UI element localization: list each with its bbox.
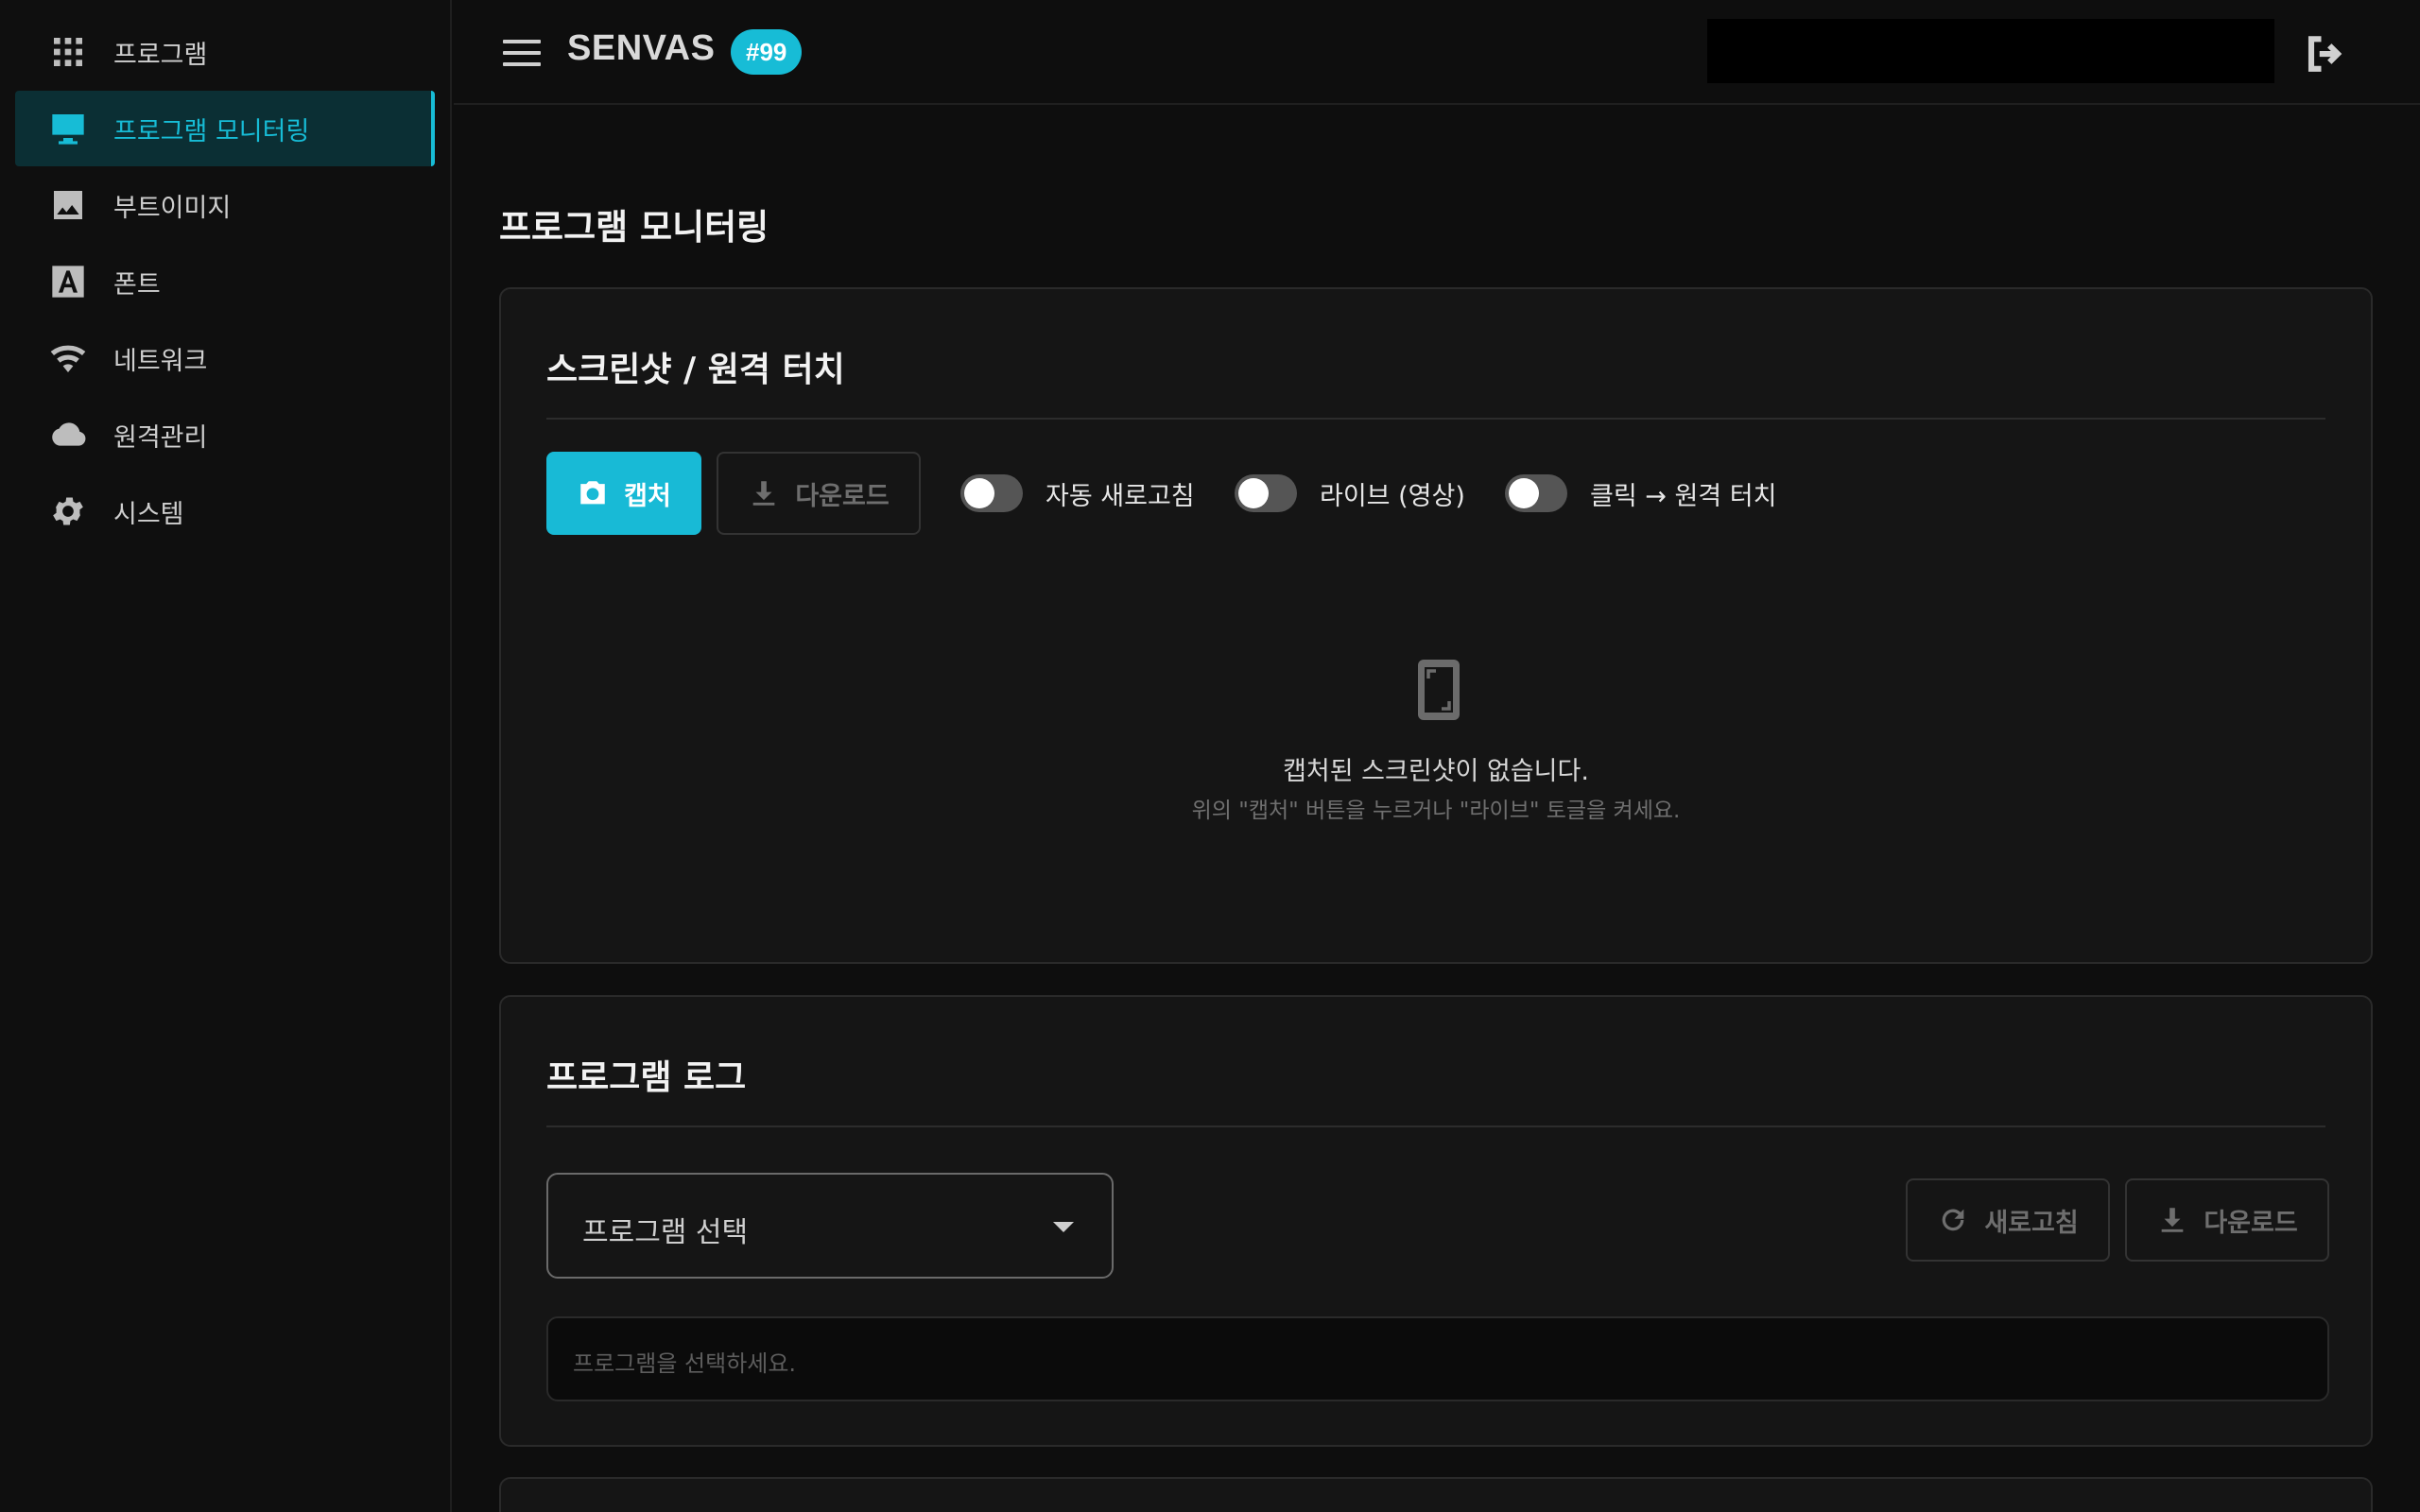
apps-grid-icon bbox=[47, 31, 89, 73]
redacted-box bbox=[1707, 19, 2274, 83]
sidebar-item-system[interactable]: 시스템 bbox=[15, 473, 435, 549]
click-remote-touch-toggle[interactable]: 클릭 → 원격 터치 bbox=[1505, 471, 1776, 516]
download-icon bbox=[752, 481, 775, 506]
screenshot-card-title: 스크린샷 / 원격 터치 bbox=[546, 351, 845, 389]
device-badge: #99 bbox=[731, 29, 803, 75]
cloud-icon bbox=[47, 414, 89, 455]
sidebar-item-network[interactable]: 네트워크 bbox=[15, 320, 435, 396]
empty-state-text: 캡처된 스크린샷이 없습니다. bbox=[1283, 757, 1589, 786]
toggle-switch[interactable] bbox=[960, 474, 1023, 512]
toggle-switch[interactable] bbox=[1505, 474, 1567, 512]
sidebar-item-label: 부트이미지 bbox=[113, 193, 232, 223]
program-select[interactable]: 프로그램 선택 bbox=[546, 1173, 1114, 1279]
sidebar-item-font[interactable]: 폰트 bbox=[15, 244, 435, 319]
empty-state-hint: 위의 "캡처" 버튼을 누르거나 "라이브" 토글을 켜세요. bbox=[1191, 799, 1681, 823]
divider bbox=[546, 418, 2325, 420]
screenshot-card: 스크린샷 / 원격 터치 캡처 다운로드 자동 새로고침 라이브 (영상) 클릭… bbox=[499, 287, 2373, 964]
log-download-button[interactable]: 다운로드 bbox=[2125, 1178, 2329, 1262]
brand-name: SENVAS bbox=[567, 28, 716, 68]
image-icon bbox=[47, 184, 89, 226]
program-select-label: 프로그램 선택 bbox=[582, 1216, 749, 1249]
menu-icon[interactable] bbox=[503, 34, 541, 72]
log-refresh-button[interactable]: 새로고침 bbox=[1906, 1178, 2110, 1262]
top-header: SENVAS #99 bbox=[454, 0, 2420, 105]
sidebar-item-remote-management[interactable]: 원격관리 bbox=[15, 397, 435, 472]
sidebar: 프로그램 프로그램 모니터링 부트이미지 폰트 네트워크 원격관리 시스템 bbox=[0, 0, 452, 1512]
toggle-label: 자동 새로고침 bbox=[1046, 481, 1195, 511]
toggle-switch[interactable] bbox=[1235, 474, 1297, 512]
next-card bbox=[499, 1477, 2373, 1512]
sidebar-item-label: 프로그램 bbox=[113, 40, 208, 70]
sidebar-item-boot-image[interactable]: 부트이미지 bbox=[15, 167, 435, 243]
program-log-card: 프로그램 로그 프로그램 선택 새로고침 다운로드 프로그램을 선택하세요. bbox=[499, 995, 2373, 1447]
wifi-icon bbox=[47, 337, 89, 379]
gear-icon bbox=[47, 490, 89, 532]
sidebar-item-label: 시스템 bbox=[113, 499, 184, 529]
sidebar-item-label: 원격관리 bbox=[113, 422, 208, 453]
screenshot-download-button[interactable]: 다운로드 bbox=[717, 452, 921, 535]
app-root: 프로그램 프로그램 모니터링 부트이미지 폰트 네트워크 원격관리 시스템 SE… bbox=[0, 0, 2420, 1512]
camera-icon bbox=[580, 481, 605, 505]
toggle-label: 클릭 → 원격 터치 bbox=[1590, 481, 1777, 511]
download-icon bbox=[2161, 1208, 2184, 1232]
monitor-icon bbox=[47, 108, 89, 149]
capture-button-label: 캡처 bbox=[624, 481, 671, 511]
font-icon bbox=[47, 261, 89, 302]
toggle-label: 라이브 (영상) bbox=[1320, 481, 1465, 511]
auto-refresh-toggle[interactable]: 자동 새로고침 bbox=[960, 471, 1195, 516]
log-refresh-label: 새로고침 bbox=[1984, 1208, 2079, 1238]
caret-down-icon bbox=[1053, 1222, 1074, 1232]
sidebar-item-label: 네트워크 bbox=[113, 346, 208, 376]
screenshot-download-label: 다운로드 bbox=[795, 481, 890, 511]
log-placeholder: 프로그램을 선택하세요. bbox=[573, 1350, 797, 1377]
logout-icon[interactable] bbox=[2305, 34, 2344, 74]
page-title: 프로그램 모니터링 bbox=[499, 207, 769, 248]
sidebar-item-program-monitoring[interactable]: 프로그램 모니터링 bbox=[15, 91, 435, 166]
sidebar-item-programs[interactable]: 프로그램 bbox=[15, 14, 435, 90]
log-output[interactable]: 프로그램을 선택하세요. bbox=[546, 1316, 2329, 1401]
divider bbox=[546, 1125, 2325, 1127]
capture-button[interactable]: 캡처 bbox=[546, 452, 701, 535]
sidebar-item-label: 폰트 bbox=[113, 269, 161, 300]
log-download-label: 다운로드 bbox=[2204, 1208, 2298, 1238]
live-video-toggle[interactable]: 라이브 (영상) bbox=[1235, 471, 1465, 516]
phone-screenshot-icon bbox=[1416, 658, 1461, 722]
refresh-icon bbox=[1942, 1209, 1964, 1231]
program-log-title: 프로그램 로그 bbox=[546, 1058, 747, 1097]
sidebar-item-label: 프로그램 모니터링 bbox=[113, 116, 310, 146]
